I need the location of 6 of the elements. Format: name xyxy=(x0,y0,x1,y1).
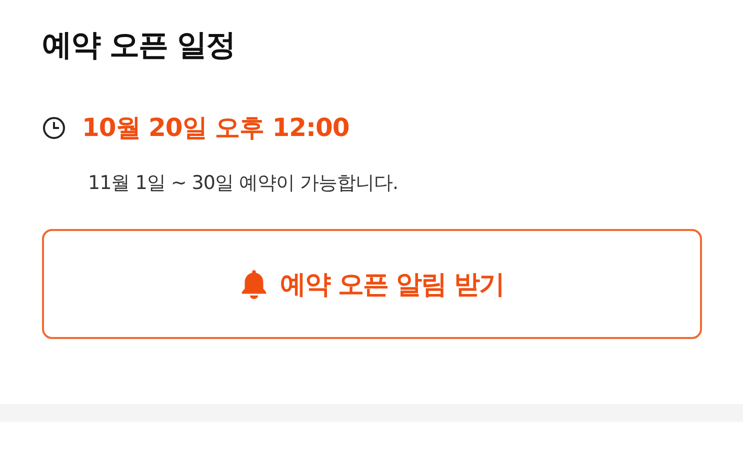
bell-icon xyxy=(240,269,268,299)
notify-button[interactable]: 예약 오픈 알림 받기 xyxy=(42,229,702,339)
open-time: 10월 20일 오후 12:00 xyxy=(82,112,350,144)
clock-icon xyxy=(42,116,66,140)
availability-note: 11월 1일 ~ 30일 예약이 가능합니다. xyxy=(88,171,400,196)
section-title: 예약 오픈 일정 xyxy=(42,27,236,65)
